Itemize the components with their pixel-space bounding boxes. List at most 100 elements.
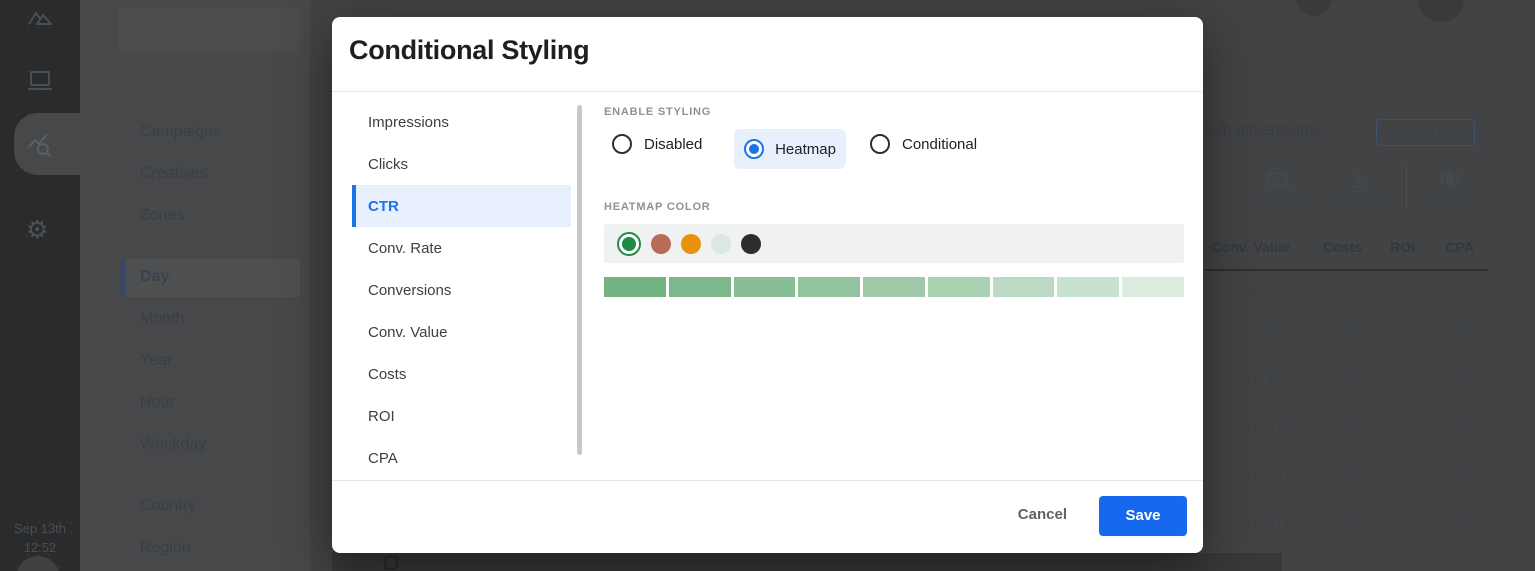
toolbar-item-columns[interactable]: Columns [1414, 193, 1484, 207]
gradient-segment [668, 277, 731, 297]
nav-item-creatives[interactable]: Creatives [140, 165, 208, 185]
nav-item-month[interactable]: Month [140, 310, 184, 330]
gradient-segment [1057, 277, 1120, 297]
row-checkbox[interactable] [384, 556, 398, 570]
radio-circle-icon[interactable] [870, 134, 890, 154]
nav-selected-row-bar [121, 259, 125, 297]
table-cell: $0 [1458, 325, 1474, 340]
heatmap-gradient-preview [604, 277, 1185, 297]
table-cell: 0% [1399, 374, 1415, 389]
gradient-segment [733, 277, 796, 297]
laptop-icon[interactable] [27, 70, 53, 92]
table-row: $62,739 $0 0% $0 [1205, 283, 1474, 298]
metric-item-roi[interactable]: ROI [352, 395, 571, 437]
table-cell: $573 [1258, 325, 1290, 340]
radio-option-heatmap[interactable]: Heatmap [734, 129, 846, 169]
get-free-demo-button[interactable]: Get a free demo [1376, 119, 1475, 146]
conditional-styling-modal: Conditional Styling Impressions Clicks C… [332, 17, 1203, 553]
table-cell: $1,707 [1243, 470, 1290, 485]
swatch-mint[interactable] [711, 233, 731, 254]
table-cell: $1,338 [1243, 422, 1290, 437]
swatch-terracotta[interactable] [651, 233, 671, 254]
table-cell: $0 [1458, 283, 1474, 298]
nav-item-day[interactable]: Day [140, 268, 169, 288]
analytics-report-icon[interactable] [27, 132, 55, 158]
avatar[interactable] [16, 556, 60, 571]
table-footer-band [332, 553, 1282, 571]
table-header-underline [1205, 269, 1488, 271]
sidebar-datetime: Sep 13th 12:52 [0, 519, 80, 557]
metric-item-conv-rate[interactable]: Conv. Rate [352, 227, 571, 269]
metric-list-scrollbar[interactable] [577, 105, 582, 455]
modal-footer-divider [332, 480, 1203, 481]
gradient-segment [604, 277, 666, 297]
table-cell: $0 [1346, 519, 1362, 534]
sidebar-date: Sep 13th [13, 521, 67, 536]
columns-icon [1440, 171, 1460, 187]
table-cell: $1,467 [1243, 374, 1290, 389]
table-row: $1,338 $0 0% $0 [1205, 422, 1474, 437]
nav-item-year[interactable]: Year [140, 352, 172, 372]
table-row: $1,707 $0 0% $0 [1205, 470, 1474, 485]
nav-item-zones[interactable]: Zones [140, 207, 184, 227]
col-roi[interactable]: ROI [1362, 239, 1415, 255]
sidebar-time: 12:52 [23, 540, 57, 555]
gear-icon[interactable]: ⚙ [26, 215, 48, 245]
toolbar-item-email-pdf[interactable]: Email PDF [1245, 193, 1315, 207]
table-cell: $0 [1458, 374, 1474, 389]
radio-circle-selected-icon[interactable] [744, 139, 765, 159]
metric-item-ctr[interactable]: CTR [352, 185, 571, 227]
radio-circle-icon[interactable] [612, 134, 632, 154]
table-row: $1,467 $0 0% $0 [1205, 374, 1474, 389]
nav-item-campaigns[interactable]: Campaigns [140, 123, 221, 143]
icon-rail-sidebar: ⚙ Sep 13th 12:52 [0, 0, 80, 571]
radio-option-disabled[interactable]: Disabled [612, 134, 702, 154]
col-costs[interactable]: Costs [1290, 239, 1362, 255]
col-cpa[interactable]: CPA [1415, 239, 1474, 255]
radio-label: Conditional [902, 135, 978, 153]
color-swatch-bar [604, 224, 1184, 263]
modal-header-divider [332, 91, 1203, 92]
metric-item-costs[interactable]: Costs [352, 353, 571, 395]
modal-title: Conditional Styling [349, 35, 590, 65]
metric-item-conversions[interactable]: Conversions [352, 269, 571, 311]
gradient-segment [798, 277, 861, 297]
nav-item-hour[interactable]: Hour [140, 394, 175, 414]
radio-option-conditional[interactable]: Conditional [870, 134, 977, 154]
table-cell: $0 [1346, 283, 1362, 298]
col-conv-value[interactable]: Conv. Value [1205, 239, 1290, 255]
table-header-row: Conv. Value Costs ROI CPA [1205, 239, 1474, 255]
metric-item-conv-value[interactable]: Conv. Value [352, 311, 571, 353]
table-cell: $0 [1346, 374, 1362, 389]
swatch-green-selected[interactable] [617, 231, 641, 256]
toolbar-divider [1406, 165, 1407, 209]
gradient-segment [927, 277, 990, 297]
enable-styling-label: ENABLE STYLING [604, 106, 712, 118]
table-cell: $0 [1346, 422, 1362, 437]
nav-item-weekday[interactable]: Weekday [140, 436, 206, 456]
toolbar-item-download[interactable]: Download [1323, 193, 1393, 207]
save-button[interactable]: Save [1099, 496, 1187, 536]
cancel-button[interactable]: Cancel [1018, 506, 1067, 523]
table-cell: $0 [1458, 470, 1474, 485]
metric-item-cpa[interactable]: CPA [352, 437, 571, 479]
gradient-segment [863, 277, 925, 297]
table-cell: $0 [1458, 422, 1474, 437]
swatch-black[interactable] [741, 233, 761, 254]
table-cell: 0% [1399, 519, 1415, 534]
metric-item-impressions[interactable]: Impressions [352, 101, 571, 143]
email-pdf-icon [1267, 171, 1291, 189]
mountains-logo-icon[interactable] [27, 6, 53, 30]
table-row: $1,814 $0 0% $0 [1205, 519, 1474, 534]
table-cell: $1,814 [1243, 519, 1290, 534]
metric-item-clicks[interactable]: Clicks [352, 143, 571, 185]
radio-label: Disabled [644, 135, 703, 153]
swatch-orange[interactable] [681, 233, 701, 254]
nav-item-region[interactable]: Region [140, 539, 191, 559]
table-cell: $0 [1346, 325, 1362, 340]
table-cell: 0% [1399, 325, 1415, 340]
banner-text: tom dimensions. [1205, 122, 1322, 139]
nav-item-country[interactable]: Country [140, 497, 196, 517]
table-cell: $62,739 [1235, 283, 1290, 298]
gradient-segment [1122, 277, 1185, 297]
